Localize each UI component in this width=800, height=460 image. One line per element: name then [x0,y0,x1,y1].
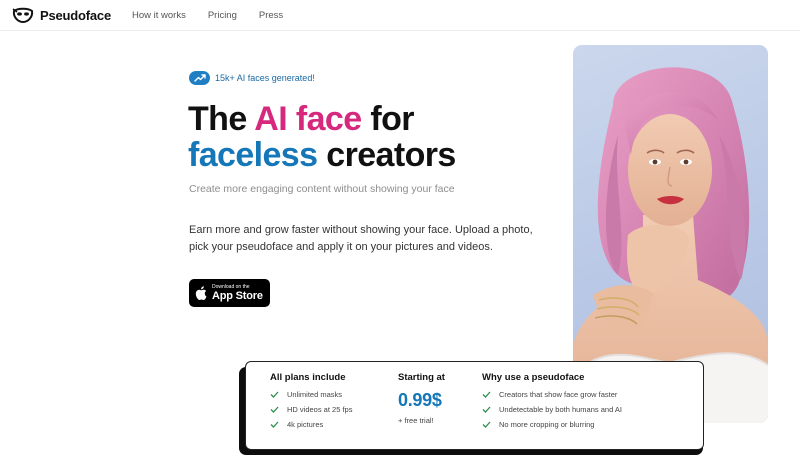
hero-headline: The AI face for faceless creators [188,101,456,173]
mask-logo-icon [12,7,34,23]
headline-text-2: for [361,100,414,138]
benefit-label: No more cropping or blurring [499,420,595,429]
feature-label: 4k pictures [287,420,324,429]
check-icon [270,421,279,428]
apple-icon [195,286,207,300]
benefit-label: Creators that show face grow faster [499,390,618,399]
pricing-column: Starting at 0.99$ + free trial! [398,372,445,425]
feature-label: HD videos at 25 fps [287,405,353,414]
pricing-title: Starting at [398,372,445,383]
trending-up-icon [189,71,210,85]
headline-highlight-faceless: faceless [188,136,318,174]
starting-price: 0.99$ [398,390,442,410]
stats-badge-text: 15k+ AI faces generated! [215,73,315,83]
check-icon [482,421,491,428]
app-store-label: Download on the App Store [212,284,263,302]
feature-item: 4k pictures [270,420,352,429]
plans-includes-title: All plans include [270,372,346,383]
benefit-item: Creators that show face grow faster [482,390,622,399]
benefit-item: No more cropping or blurring [482,420,622,429]
app-store-button[interactable]: Download on the App Store [189,279,270,307]
check-icon [270,406,279,413]
feature-item: Unlimited masks [270,390,352,399]
check-icon [482,391,491,398]
nav-link-press[interactable]: Press [259,10,283,21]
plans-card: All plans include Unlimited masks HD vid… [245,361,704,450]
check-icon [270,391,279,398]
top-navbar: Pseudoface How it works Pricing Press [0,0,800,31]
feature-label: Unlimited masks [287,390,343,399]
brand-logo-link[interactable]: Pseudoface [12,7,111,23]
nav-link-how-it-works[interactable]: How it works [132,10,186,21]
hero-subtitle: Create more engaging content without sho… [189,183,455,195]
headline-text-1: The [188,100,255,138]
headline-highlight-ai-face: AI face [254,100,362,138]
nav-links: How it works Pricing Press [132,10,305,21]
benefits-title: Why use a pseudoface [482,372,585,383]
benefit-label: Undetectable by both humans and AI [499,405,623,414]
headline-text-3: creators [317,136,456,174]
brand-name: Pseudoface [40,7,111,23]
plans-includes-column: All plans include Unlimited masks HD vid… [270,372,352,435]
feature-item: HD videos at 25 fps [270,405,352,414]
benefit-item: Undetectable by both humans and AI [482,405,622,414]
benefits-column: Why use a pseudoface Creators that show … [482,372,622,435]
hero-description: Earn more and grow faster without showin… [189,224,533,253]
free-trial-note: + free trial! [398,416,434,425]
check-icon [482,406,491,413]
app-store-big-text: App Store [212,290,263,302]
stats-badge: 15k+ AI faces generated! [189,71,315,85]
nav-link-pricing[interactable]: Pricing [208,10,237,21]
